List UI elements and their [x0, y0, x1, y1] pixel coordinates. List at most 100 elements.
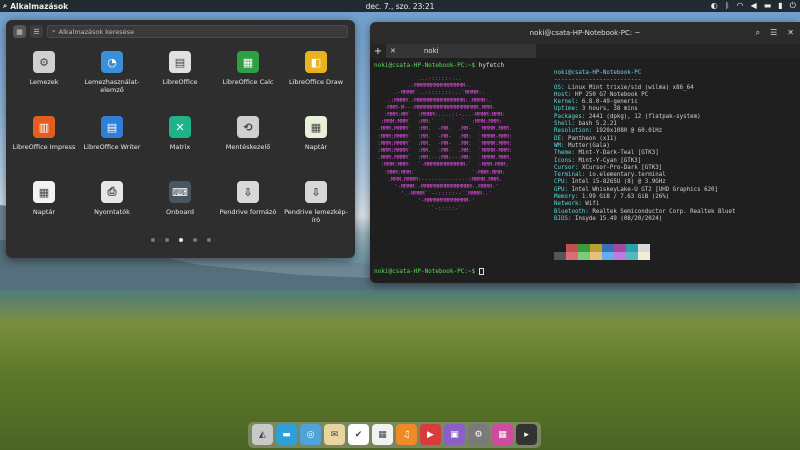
bluetooth-icon[interactable]: ᛒ — [725, 1, 730, 11]
grid-view-button[interactable]: ▦ — [13, 25, 26, 38]
page-dot[interactable] — [150, 238, 155, 242]
page-dot[interactable] — [178, 238, 183, 242]
search-icon[interactable]: ⌕ — [756, 28, 760, 38]
app-item[interactable]: ✕ Matrix — [146, 110, 214, 175]
info-value: io.elementary.terminal — [588, 172, 666, 179]
page-dot[interactable] — [192, 238, 197, 242]
info-line: Cursor: XCursor-Pro-Dark [GTK3] — [554, 165, 735, 172]
dock-app-tasks-icon[interactable]: ✔ — [348, 424, 369, 445]
close-tab-icon[interactable]: ✕ — [390, 47, 396, 55]
app-label: LibreOffice Draw — [288, 78, 344, 86]
dock-app-videos-icon[interactable]: ▶ — [420, 424, 441, 445]
keyboard-layout-icon[interactable]: ▬ — [764, 1, 772, 11]
app-item[interactable]: ⟲ Mentéskezelő — [214, 110, 282, 175]
text-cursor — [478, 268, 484, 275]
info-line: Uptime: 3 hours, 38 mins — [554, 106, 735, 113]
info-value: Mint-Y-Cyan [GTK3] — [578, 157, 642, 164]
app-label: Lemezek — [29, 78, 59, 86]
prompt-line-current[interactable]: noki@csata-HP-Notebook-PC:~$ — [374, 268, 484, 275]
indicators: ◐ ᛒ ◠ ◀ ▬ ▮ ⏻ — [711, 1, 796, 11]
app-item[interactable]: ⌨ Onboard — [146, 175, 214, 240]
mint-ascii-logo: ...-:::::-... .-MMMMMMMMMMMMMMM-. .-MMMM… — [377, 76, 513, 212]
battery-icon[interactable]: ▮ — [778, 1, 782, 11]
dock-app-multitasking-icon[interactable]: ◭ — [252, 424, 273, 445]
info-key: Network: — [554, 201, 586, 208]
wifi-icon[interactable]: ◠ — [737, 1, 744, 11]
system-info: noki@csata-HP-Notebook-PC --------------… — [554, 70, 735, 223]
dock-app-files-icon[interactable]: ▬ — [276, 424, 297, 445]
applications-menu-button[interactable]: ⌕ Alkalmazások — [3, 1, 68, 11]
app-item[interactable]: ⚙ Lemezek — [10, 45, 78, 110]
menu-icon[interactable]: ☰ — [770, 28, 777, 38]
dock: ◭ ▬ ◎ ✉ ✔ ▦ ♫ ▶ ▣ ⚙ ▦ ▸ — [248, 422, 541, 448]
tab-noki[interactable]: ✕ noki — [386, 44, 536, 58]
info-key: Bluetooth: — [554, 208, 593, 215]
info-value: bash 5.2.21 — [578, 121, 617, 128]
app-item[interactable]: ⇩ Pendrive formázó — [214, 175, 282, 240]
color-swatch — [602, 244, 614, 252]
terminal-window: noki@csata-HP-Notebook-PC: ~ ⌕ ☰ ✕ + ✕ n… — [370, 22, 800, 283]
dock-app-calendar-icon[interactable]: ▦ — [372, 424, 393, 445]
app-item[interactable]: ◧ LibreOffice Draw — [282, 45, 350, 110]
search-input[interactable]: ⌕ Alkalmazások keresése — [47, 25, 348, 38]
app-label: LibreOffice Impress — [12, 143, 76, 151]
dock-app-photos-icon[interactable]: ▣ — [444, 424, 465, 445]
color-swatch — [614, 244, 626, 252]
app-item[interactable]: ▦ LibreOffice Calc — [214, 45, 282, 110]
info-key: WM: — [554, 142, 568, 149]
app-item[interactable]: ⇩ Pendrive lemezkép-író — [282, 175, 350, 240]
volume-icon[interactable]: ◀ — [751, 1, 757, 11]
app-item[interactable]: ⎙ Nyomtatók — [78, 175, 146, 240]
info-line: BIOS: Insyde 15.49 (08/20/2024) — [554, 216, 735, 223]
app-item[interactable]: ▦ Naptár — [282, 110, 350, 175]
dock-app-music-icon[interactable]: ♫ — [396, 424, 417, 445]
info-value: HP 250 G7 Notebook PC — [574, 91, 649, 98]
clock[interactable]: dec. 7., szo. 23:21 — [366, 2, 435, 11]
info-key: Host: — [554, 91, 575, 98]
app-label: Onboard — [165, 208, 194, 216]
app-label: Naptár — [304, 143, 328, 151]
info-key: Packages: — [554, 113, 589, 120]
dock-app-appcenter-icon[interactable]: ▦ — [492, 424, 513, 445]
info-line: WM: Mutter(Gala) — [554, 143, 735, 150]
matrix-icon: ✕ — [169, 116, 191, 138]
color-swatch — [638, 244, 650, 252]
power-icon[interactable]: ⏻ — [790, 1, 796, 11]
page-dot[interactable] — [164, 238, 169, 242]
info-key: Terminal: — [554, 172, 589, 179]
info-value: 6.8.0-49-generic — [581, 99, 638, 106]
tab-label: noki — [423, 47, 439, 55]
app-label: Naptár — [32, 208, 56, 216]
app-item[interactable]: ▤ LibreOffice — [146, 45, 214, 110]
dock-app-settings-icon[interactable]: ⚙ — [468, 424, 489, 445]
app-label: Matrix — [169, 143, 191, 151]
close-icon[interactable]: ✕ — [787, 28, 794, 38]
app-label: LibreOffice Calc — [222, 78, 274, 86]
info-key: GPU: — [554, 186, 572, 193]
grid-icon: ▦ — [16, 27, 23, 36]
info-key: DE: — [554, 135, 568, 142]
app-item[interactable]: ◔ Lemezhasználat-elemző — [78, 45, 146, 110]
app-item[interactable]: ▦ Naptár — [10, 175, 78, 240]
category-view-button[interactable]: ☰ — [30, 25, 43, 38]
libreoffice-draw-icon: ◧ — [305, 51, 327, 73]
info-value: XCursor-Pro-Dark [GTK3] — [581, 164, 663, 171]
search-icon: ⌕ — [52, 27, 56, 35]
page-dot[interactable] — [206, 238, 211, 242]
usb-writer-icon: ⇩ — [305, 181, 327, 203]
app-item[interactable]: ▤ LibreOffice Writer — [78, 110, 146, 175]
info-line: Icons: Mint-Y-Cyan [GTK3] — [554, 158, 735, 165]
user-host: noki@csata-HP-Notebook-PC — [554, 70, 642, 76]
command: hyfetch — [478, 62, 505, 69]
new-tab-button[interactable]: + — [370, 46, 386, 57]
dock-app-terminal-icon[interactable]: ▸ — [516, 424, 537, 445]
terminal-titlebar[interactable]: noki@csata-HP-Notebook-PC: ~ ⌕ ☰ ✕ — [370, 22, 800, 44]
dock-app-mail-icon[interactable]: ✉ — [324, 424, 345, 445]
notifications-icon[interactable]: ◐ — [711, 1, 718, 11]
disk-usage-icon: ◔ — [101, 51, 123, 73]
info-value: Realtek Semiconductor Corp. Realtek Blue… — [592, 208, 736, 215]
info-value: Intel WhiskeyLake-U GT2 [UHD Graphics 62… — [571, 186, 719, 193]
app-item[interactable]: ▥ LibreOffice Impress — [10, 110, 78, 175]
dock-app-browser-icon[interactable]: ◎ — [300, 424, 321, 445]
info-value: 3 hours, 38 mins — [581, 106, 638, 113]
